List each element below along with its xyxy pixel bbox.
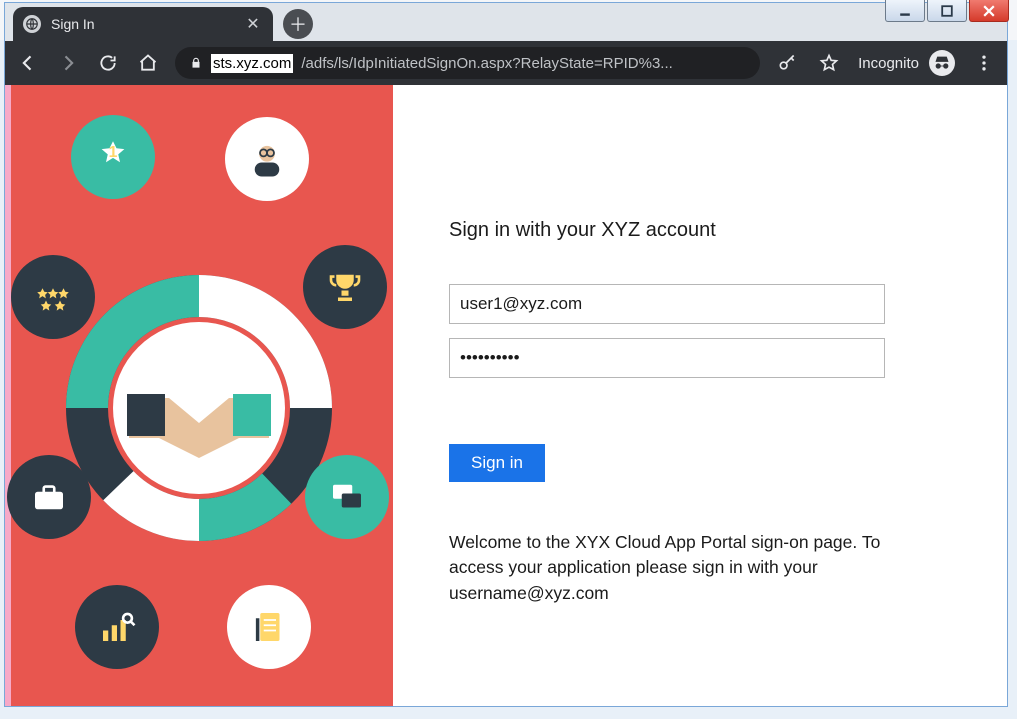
browser-toolbar: sts.xyz.com /adfs/ls/IdpInitiatedSignOn.… [5, 41, 1007, 85]
welcome-line-1: Welcome to the XYX Cloud App Portal sign… [449, 532, 857, 552]
url-host: sts.xyz.com [211, 54, 293, 73]
window-close-button[interactable] [969, 0, 1009, 22]
welcome-text: Welcome to the XYX Cloud App Portal sign… [449, 530, 909, 606]
address-bar[interactable]: sts.xyz.com /adfs/ls/IdpInitiatedSignOn.… [175, 47, 760, 79]
trophy-icon [303, 245, 387, 329]
reload-button[interactable] [95, 50, 121, 76]
forward-button[interactable] [55, 50, 81, 76]
browser-window: Sign In ✕ ＋ sts.xyz.com /adfs/ls/IdpInit… [4, 2, 1008, 707]
tab-title: Sign In [51, 16, 95, 32]
briefcase-icon [7, 455, 91, 539]
back-button[interactable] [15, 50, 41, 76]
username-field[interactable] [449, 284, 885, 324]
branding-illustration: 1 [5, 85, 393, 706]
svg-text:1: 1 [109, 144, 118, 161]
key-icon[interactable] [774, 50, 800, 76]
chat-icon [305, 455, 389, 539]
tab-active[interactable]: Sign In ✕ [13, 7, 273, 41]
analytics-icon [75, 585, 159, 669]
new-tab-button[interactable]: ＋ [283, 9, 313, 39]
document-icon [227, 585, 311, 669]
home-button[interactable] [135, 50, 161, 76]
window-minimize-button[interactable] [885, 0, 925, 22]
handshake-ring-icon [59, 268, 339, 548]
url-path: /adfs/ls/IdpInitiatedSignOn.aspx?RelaySt… [301, 55, 672, 72]
globe-icon [23, 15, 41, 33]
avatar-icon [225, 117, 309, 201]
stars-icon [11, 255, 95, 339]
tab-close-button[interactable]: ✕ [243, 14, 263, 34]
signin-panel: Sign in with your XYZ account Sign in We… [393, 85, 1007, 706]
incognito-indicator: Incognito [858, 50, 955, 76]
window-controls [885, 0, 1009, 22]
lock-icon [189, 56, 203, 70]
signin-button[interactable]: Sign in [449, 444, 545, 482]
page-content: 1 Sign in [5, 85, 1007, 706]
tab-strip: Sign In ✕ ＋ [5, 3, 1007, 41]
password-field[interactable] [449, 338, 885, 378]
incognito-icon [929, 50, 955, 76]
signin-heading: Sign in with your XYZ account [449, 219, 951, 242]
star-icon[interactable] [816, 50, 842, 76]
incognito-label: Incognito [858, 55, 919, 72]
menu-button[interactable] [971, 50, 997, 76]
window-maximize-button[interactable] [927, 0, 967, 22]
medal-icon: 1 [71, 115, 155, 199]
